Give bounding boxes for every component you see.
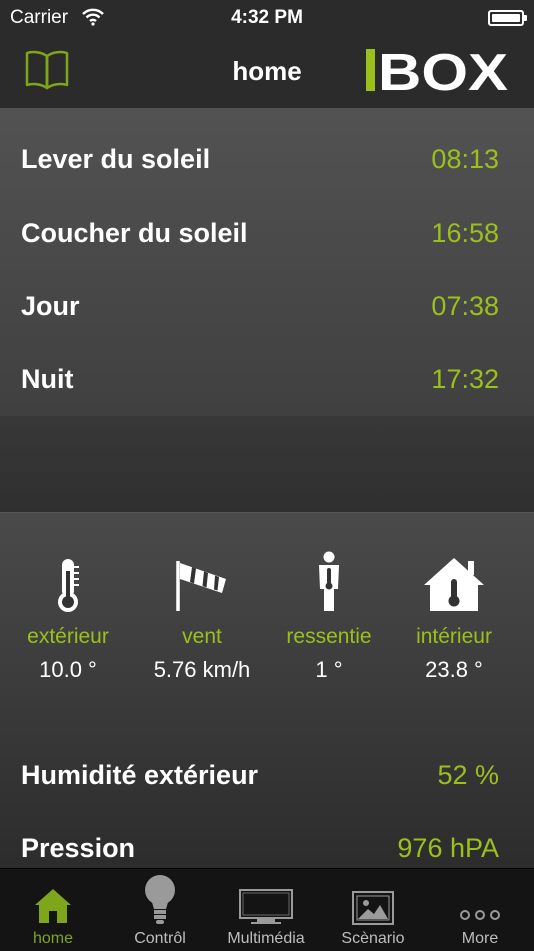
night-length-label: Nuit [21,364,74,394]
pressure-label: Pression [21,833,136,863]
tab-home[interactable]: home [0,869,106,951]
weather-feels-like: ressentie 1 ° [264,551,394,683]
battery-icon [488,10,527,26]
tab-bar: home Contrôl Multimédia Scènario More [0,868,534,951]
person-thermometer-icon [319,551,339,611]
sunset-label: Coucher du soleil [21,218,248,248]
indoor-value: 23.8 ° [425,657,483,682]
navigation-bar: home BOX [0,38,534,109]
tab-scenario-label: Scènario [341,930,405,947]
humidity-row: Humidité extérieur 52 % [0,750,534,800]
sun-times-panel: Lever du soleil 08:13 Coucher du soleil … [0,108,534,416]
humidity-label: Humidité extérieur [21,760,259,790]
sunrise-row: Lever du soleil 08:13 [0,134,534,184]
day-length-label: Jour [21,291,80,321]
weather-wind: vent 5.76 km/h [137,551,267,683]
pressure-row: Pression 976 hPA [0,823,534,873]
weather-indoor: intérieur 23.8 ° [389,551,519,683]
night-length-row: Nuit 17:32 [0,354,534,404]
status-time: 4:32 PM [231,7,303,28]
feels-like-value: 1 ° [315,657,343,682]
day-length-row: Jour 07:38 [0,281,534,331]
night-length-value: 17:32 [431,364,499,394]
weather-panel: extérieur 10.0 ° vent 5.76 km/h ressenti… [0,512,534,869]
sunset-value: 16:58 [431,218,499,248]
bulb-icon [145,875,175,924]
thermometer-icon [58,559,79,612]
picture-icon [352,891,394,925]
status-bar: Carrier 4:32 PM [0,0,534,38]
pressure-value: 976 hPA [397,833,499,863]
feels-like-label: ressentie [286,625,372,648]
tab-multimedia-label: Multimédia [227,930,305,947]
logo-text: BOX [378,47,508,93]
tab-control[interactable]: Contrôl [107,869,213,951]
sunrise-label: Lever du soleil [21,144,211,174]
windsock-icon [176,561,226,611]
section-divider [0,416,534,512]
sunset-row: Coucher du soleil 16:58 [0,208,534,258]
monitor-icon [239,889,293,924]
ibox-logo: BOX [366,47,508,93]
tab-control-label: Contrôl [134,930,186,947]
wind-value: 5.76 km/h [153,657,251,682]
tab-home-label: home [32,930,74,947]
house-icon [35,889,71,923]
day-length-value: 07:38 [431,291,499,321]
house-thermometer-icon [424,558,484,611]
indoor-label: intérieur [416,625,492,648]
more-icon [460,910,500,920]
tab-scenario[interactable]: Scènario [320,869,426,951]
tab-more-label: More [461,930,499,947]
outdoor-label: extérieur [27,625,109,648]
weather-outdoor: extérieur 10.0 ° [3,551,133,683]
tab-more[interactable]: More [427,869,533,951]
wind-label: vent [182,625,222,648]
humidity-value: 52 % [437,760,499,790]
tab-multimedia[interactable]: Multimédia [213,869,319,951]
outdoor-value: 10.0 ° [39,657,97,682]
sunrise-value: 08:13 [431,144,499,174]
